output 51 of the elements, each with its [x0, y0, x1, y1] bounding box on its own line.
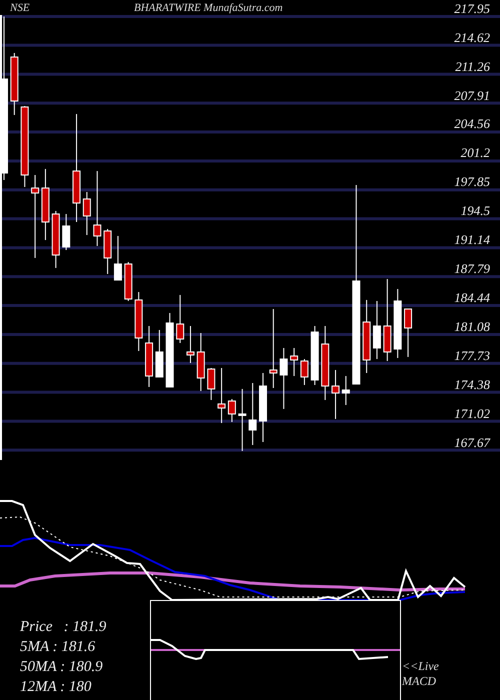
exchange-label: NSE: [10, 3, 30, 14]
candlestick: [280, 348, 288, 410]
price-axis-label: 204.56: [454, 117, 490, 130]
candlestick: [62, 213, 70, 251]
legend-text: 12MA : 180: [20, 680, 92, 695]
price-axis-label: 167.67: [454, 436, 490, 449]
price-axis-label: 191.14: [454, 233, 490, 246]
candlestick: [10, 52, 18, 116]
candlestick: [82, 192, 91, 236]
price-axis-label: 217.95: [454, 2, 490, 15]
price-axis-label: 187.79: [454, 262, 490, 276]
price-axis-label: 184.44: [454, 290, 490, 304]
price-axis-label: 177.73: [454, 348, 490, 362]
candlestick: [259, 372, 267, 442]
candlestick: [394, 288, 402, 358]
candlestick: [207, 368, 216, 400]
price-axis-label: 214.62: [454, 30, 490, 44]
candlestick: [218, 368, 226, 424]
candlestick: [332, 369, 340, 420]
legend-text: 5MA : 181.6: [20, 640, 96, 655]
candlestick: [228, 398, 236, 422]
live-macd-link[interactable]: <<Live MACD: [402, 659, 446, 689]
candlestick: [238, 388, 246, 452]
candlestick: [196, 332, 205, 392]
price-axis-label: 174.38: [454, 378, 490, 391]
candlestick: [310, 326, 319, 386]
candlestick: [186, 326, 194, 364]
price-axis-label: 171.02: [454, 406, 490, 420]
candlestick: [114, 235, 122, 281]
candlestick: [134, 292, 143, 352]
price-axis-label: 181.08: [454, 320, 490, 333]
legend-text: Price : 181.9: [20, 620, 106, 635]
price-axis-label: 194.5: [460, 204, 490, 218]
candlestick: [176, 294, 184, 344]
candlestick: [290, 348, 298, 377]
candlestick: [124, 262, 132, 302]
legend-text: 50MA : 180.9: [20, 660, 103, 675]
candlestick: [300, 358, 308, 386]
chart-title: BHARATWIRE MunafaSutra.com: [134, 3, 283, 14]
candlestick: [104, 228, 112, 274]
candlestick: [52, 210, 60, 268]
candlestick: [404, 308, 412, 358]
candlestick: [248, 382, 257, 446]
price-axis-label: 201.2: [460, 146, 490, 160]
price-axis-label: 211.26: [455, 60, 490, 73]
candlestick: [155, 329, 164, 378]
candlestick: [342, 376, 350, 406]
price-axis-label: 207.91: [454, 88, 490, 102]
price-axis-label: 197.85: [454, 175, 490, 188]
candlestick: [145, 326, 154, 388]
candlestick: [372, 300, 381, 360]
